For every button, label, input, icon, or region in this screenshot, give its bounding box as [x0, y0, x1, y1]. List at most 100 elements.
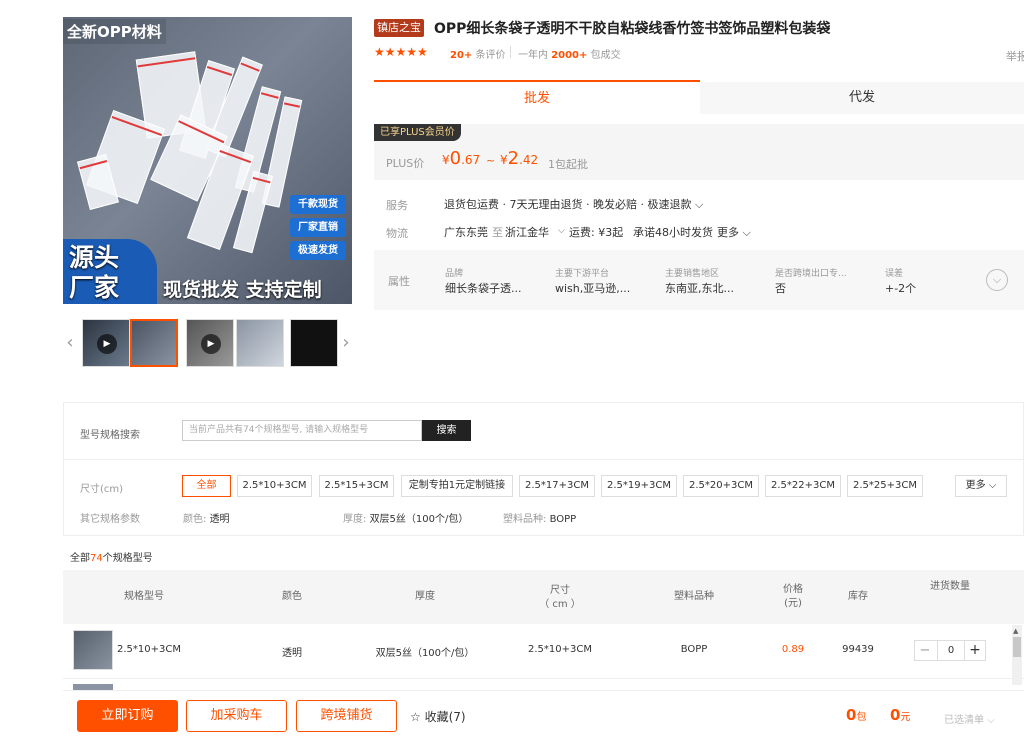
attr-key: 主要下游平台: [555, 269, 610, 279]
reviews-count: 20+: [450, 50, 473, 61]
cross-border-button[interactable]: 跨境铺货: [296, 700, 397, 732]
chevron-down-icon[interactable]: ⌵: [558, 226, 565, 236]
play-icon: ▶: [201, 334, 221, 354]
price-low: ¥0.67: [442, 148, 481, 169]
gallery-top-tag: 全新OPP材料: [63, 19, 166, 44]
rating-stars: ★★★★★: [374, 45, 428, 59]
row-thumbnail[interactable]: [73, 630, 113, 670]
col-header-qty: 进货数量: [930, 581, 970, 592]
cell-thickness: 双层5丝（100个/包）: [375, 648, 475, 659]
thumbnail-image-selected[interactable]: [130, 319, 178, 367]
attr-key: 是否跨境出口专...: [775, 269, 847, 279]
other-params-label: 其它规格参数: [80, 514, 140, 525]
year-suffix: 包成交: [590, 50, 621, 61]
attr-value: +-2个: [885, 282, 917, 295]
gallery-pill: 千款现货: [290, 195, 346, 214]
chevron-down-circle-icon[interactable]: ⌵: [986, 269, 1008, 291]
size-option[interactable]: 定制专拍1元定制链接: [401, 475, 513, 497]
main-product-image[interactable]: 全新OPP材料 千款现货 厂家直销 极速发货 源头 厂家 现货批发 支持定制: [63, 17, 352, 304]
attr-key: 主要销售地区: [665, 269, 720, 279]
quantity-stepper[interactable]: − 0 +: [914, 640, 986, 661]
thumbnail-image[interactable]: [236, 319, 284, 367]
spec-search-label: 型号规格搜索: [80, 430, 140, 441]
year-label: 一年内: [518, 50, 548, 61]
service-value[interactable]: 退货包运费 · 7天无理由退货 · 晚发必赔 · 极速退款 ⌵: [444, 196, 703, 212]
attr-value: 细长条袋子透...: [445, 282, 522, 295]
col-header-stock: 库存: [848, 591, 868, 602]
size-option[interactable]: 2.5*17+3CM: [519, 475, 595, 497]
quantity-input[interactable]: 0: [937, 641, 965, 660]
favorite-button[interactable]: ☆ 收藏(7): [410, 708, 466, 725]
thumbnail-video[interactable]: ▶: [82, 319, 130, 367]
cell-material: BOPP: [680, 644, 708, 655]
gallery-pill: 极速发货: [290, 241, 346, 260]
tab-dropship[interactable]: 代发: [700, 82, 1024, 114]
logistics-to[interactable]: 浙江金华: [505, 224, 549, 240]
add-to-cart-button[interactable]: 加采购车: [186, 700, 287, 732]
thumbnail-image[interactable]: [290, 319, 338, 367]
attr-value: wish,亚马逊,...: [555, 282, 631, 295]
param-thickness: 厚度: 双层5丝（100个/包）: [343, 514, 469, 525]
gallery-slogan: 现货批发 支持定制: [163, 279, 322, 301]
all-spec-count: 全部74个规格型号: [70, 553, 153, 564]
param-material: 塑料品种: BOPP: [503, 514, 577, 525]
buy-now-button[interactable]: 立即订购: [77, 700, 178, 732]
tab-wholesale[interactable]: 批发: [374, 80, 700, 114]
cell-color: 透明: [282, 648, 302, 659]
col-header-color: 颜色: [282, 591, 302, 602]
logistics-label: 物流: [386, 227, 408, 240]
size-label: 尺寸(cm): [80, 484, 124, 495]
divider: [510, 46, 511, 58]
selected-list-button[interactable]: 已选清单 ⌵: [944, 711, 995, 726]
col-header-material: 塑料品种: [674, 591, 714, 602]
scrollbar-thumb[interactable]: [1013, 637, 1021, 657]
col-header-model: 规格型号: [124, 591, 164, 602]
cell-model: 2.5*10+3CM: [117, 644, 181, 655]
sizes-more-button[interactable]: 更多 ⌵: [955, 475, 1007, 497]
param-color: 颜色: 透明: [183, 514, 230, 525]
shop-badge: 镇店之宝: [374, 19, 424, 37]
spec-search-button[interactable]: 搜索: [422, 420, 471, 441]
logistics-promise: 承诺48小时发货: [633, 226, 713, 239]
year-count: 2000+: [551, 50, 588, 61]
sales-stat: 一年内 2000+ 包成交: [518, 46, 621, 61]
attr-value: 东南亚,东北...: [665, 282, 734, 295]
attr-key: 误差: [885, 269, 904, 279]
spec-search-input[interactable]: 当前产品共有74个规格型号, 请输入规格型号: [182, 420, 422, 441]
product-title: OPP细长条袋子透明不干胶自粘袋线香竹签书签饰品塑料包装袋: [434, 21, 831, 37]
attributes-label: 属性: [388, 275, 410, 288]
divider: [63, 459, 1024, 460]
plus-price-label: PLUS价: [386, 157, 425, 170]
scroll-up-icon[interactable]: ▲: [1013, 627, 1018, 635]
size-option[interactable]: 2.5*25+3CM: [847, 475, 923, 497]
price-tilde: ~: [486, 154, 496, 167]
chevron-right-icon[interactable]: ›: [339, 319, 353, 367]
size-option[interactable]: 2.5*10+3CM: [237, 475, 312, 497]
report-link[interactable]: 举报: [1006, 48, 1024, 64]
logistics-freight: 运费: ¥3起: [569, 226, 624, 239]
size-option[interactable]: 2.5*15+3CM: [319, 475, 394, 497]
size-option-all[interactable]: 全部: [182, 475, 231, 497]
chevron-left-icon[interactable]: ‹: [63, 319, 77, 367]
minus-icon[interactable]: −: [915, 641, 935, 660]
size-option[interactable]: 2.5*19+3CM: [601, 475, 677, 497]
logistics-more[interactable]: 更多 ⌵: [717, 224, 751, 240]
gallery-source-text: 源头 厂家: [69, 243, 120, 302]
col-header-size: 尺寸 （ cm ）: [539, 585, 581, 610]
logistics-to-word: 至: [492, 226, 503, 239]
cell-size: 2.5*10+3CM: [528, 644, 592, 655]
plus-icon[interactable]: +: [965, 641, 985, 660]
gallery-pill: 厂家直销: [290, 218, 346, 237]
review-stat[interactable]: 20+ 条评价: [450, 46, 505, 61]
logistics-from: 广东东莞: [444, 226, 488, 239]
service-label: 服务: [386, 199, 408, 212]
price-high: ¥2.42: [500, 148, 539, 169]
cell-price: 0.89: [781, 644, 805, 655]
col-header-price: 价格 (元): [783, 584, 803, 609]
size-option[interactable]: 2.5*20+3CM: [683, 475, 759, 497]
size-option[interactable]: 2.5*22+3CM: [765, 475, 841, 497]
cell-stock: 99439: [842, 644, 874, 655]
play-icon: ▶: [97, 334, 117, 354]
plus-member-tag: 已享PLUS会员价: [374, 124, 461, 141]
thumbnail-video[interactable]: ▶: [186, 319, 234, 367]
